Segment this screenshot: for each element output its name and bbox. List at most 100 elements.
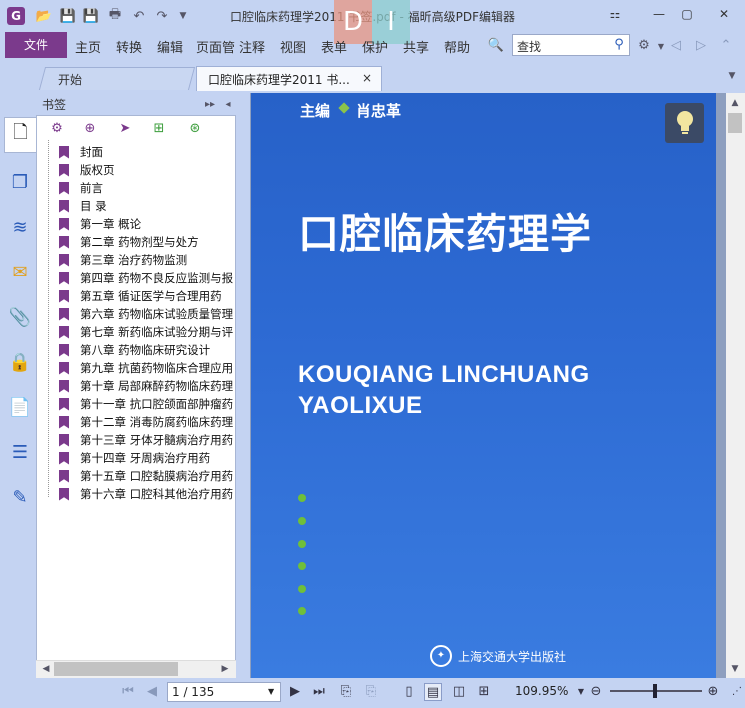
tab-start-label[interactable]: 开始 <box>58 71 82 88</box>
comments-icon[interactable]: ✉ <box>4 254 36 290</box>
next-page-icon[interactable]: ▶ <box>286 683 304 701</box>
search-icon[interactable]: ⚲ <box>611 37 627 53</box>
resize-grip-icon[interactable]: ⋰ <box>728 683 745 701</box>
collapse-ribbon-icon[interactable]: ⌃ <box>718 37 734 53</box>
scrollbar-thumb[interactable] <box>54 662 178 676</box>
page-dropdown-icon[interactable]: ▼ <box>268 687 274 696</box>
vertical-scrollbar-thumb[interactable] <box>728 113 742 133</box>
redo-icon[interactable]: ↷ <box>154 8 170 24</box>
file-menu-tab[interactable]: 文件 <box>5 32 67 58</box>
bookmark-item[interactable]: 第五章 循证医学与合理用药 <box>59 287 236 305</box>
prev-result-icon[interactable]: ◁ <box>668 37 684 53</box>
bookmark-item[interactable]: 第十二章 消毒防腐药临床药理 <box>59 413 236 431</box>
bookmark-item[interactable]: 第十五章 口腔黏膜病治疗用药 <box>59 467 236 485</box>
tab-document-label[interactable]: 口腔临床药理学2011 书... <box>208 71 350 88</box>
panel-splitter[interactable] <box>236 93 250 678</box>
bookmark-options-icon[interactable]: ⚙ <box>49 121 65 137</box>
next-view-icon[interactable]: ⎘ <box>362 683 380 701</box>
settings-gear-icon[interactable]: ⚙ <box>636 37 652 53</box>
facing-view-icon[interactable]: ◫ <box>450 683 468 701</box>
customize-dropdown-icon[interactable]: ▼ <box>175 8 191 24</box>
bookmark-item[interactable]: 封面 <box>59 143 236 161</box>
bookmark-item[interactable]: 第十六章 口腔科其他治疗用药 <box>59 485 236 503</box>
tab-list-dropdown-icon[interactable]: ▼ <box>724 68 740 84</box>
document-properties-icon[interactable]: 📄 <box>4 389 36 425</box>
bookmark-item[interactable]: 第三章 治疗药物监测 <box>59 251 236 269</box>
zoom-out-icon[interactable]: ⊖ <box>587 683 605 701</box>
minimize-icon[interactable]: — <box>645 4 673 24</box>
save-icon[interactable]: 💾 <box>60 8 76 24</box>
security-lock-icon[interactable]: 🔒 <box>4 344 36 380</box>
page-number-input[interactable]: 1 / 135 ▼ <box>167 682 281 702</box>
layers-icon[interactable]: ≋ <box>4 209 36 245</box>
signature-icon[interactable]: ✎ <box>4 479 36 515</box>
bookmark-move-icon[interactable]: ➤ <box>117 121 133 137</box>
save-as-icon[interactable]: 💾 <box>83 8 99 24</box>
cover-editor-label: 主编 <box>300 102 331 120</box>
menu-edit[interactable]: 编辑 <box>157 37 183 56</box>
bookmark-item[interactable]: 第十四章 牙周病治疗用药 <box>59 449 236 467</box>
bookmark-item[interactable]: 第六章 药物临床试验质量管理 <box>59 305 236 323</box>
document-vertical-scrollbar[interactable] <box>726 93 745 678</box>
next-result-icon[interactable]: ▷ <box>693 37 709 53</box>
form-fields-icon[interactable]: ☰ <box>4 434 36 470</box>
menu-page-manage[interactable]: 页面管 <box>196 37 236 55</box>
add-bookmark-icon[interactable]: ⊕ <box>82 121 98 137</box>
scroll-left-icon[interactable]: ◀ <box>38 661 54 677</box>
undo-icon[interactable]: ↶ <box>131 8 147 24</box>
bookmark-item[interactable]: 第十一章 抗口腔颌面部肿瘤药 <box>59 395 236 413</box>
bookmark-new-page-icon[interactable]: ⊞ <box>151 121 167 137</box>
tab-close-icon[interactable]: × <box>362 71 372 85</box>
tip-lightbulb-button[interactable] <box>665 103 704 143</box>
bookmark-item[interactable]: 目 录 <box>59 197 236 215</box>
last-page-icon[interactable]: ⏭ <box>310 683 328 701</box>
menu-protect[interactable]: 保护 <box>362 37 388 56</box>
bookmark-flag-icon <box>59 235 69 249</box>
menu-help[interactable]: 帮助 <box>444 37 470 56</box>
first-page-icon[interactable]: ⏮ <box>119 683 137 701</box>
single-page-view-icon[interactable]: ▯ <box>400 683 418 701</box>
bookmark-item[interactable]: 第九章 抗菌药物临床合理应用 <box>59 359 236 377</box>
zoom-slider-thumb[interactable] <box>653 684 657 698</box>
bookmark-panel-icon[interactable]: 🗋 <box>4 117 36 153</box>
bookmark-item[interactable]: 第十章 局部麻醉药物临床药理 <box>59 377 236 395</box>
attachments-icon[interactable]: 📎 <box>4 299 36 335</box>
bookmark-item[interactable]: 第八章 药物临床研究设计 <box>59 341 236 359</box>
bookmark-item[interactable]: 第一章 概论 <box>59 215 236 233</box>
scroll-up-icon[interactable]: ▲ <box>727 95 743 111</box>
layout-icon[interactable]: ⚏ <box>601 4 629 24</box>
previous-page-icon[interactable]: ◀ <box>143 683 161 701</box>
previous-view-icon[interactable]: ⎘ <box>337 683 355 701</box>
scroll-down-icon[interactable]: ▼ <box>727 661 743 677</box>
maximize-icon[interactable]: ▢ <box>673 4 701 24</box>
bookmark-item[interactable]: 版权页 <box>59 161 236 179</box>
print-icon[interactable]: 🖶 <box>107 7 123 24</box>
find-folder-icon[interactable]: 🔍 <box>488 37 504 53</box>
continuous-view-icon[interactable]: ▤ <box>424 683 442 701</box>
zoom-in-icon[interactable]: ⊕ <box>704 683 722 701</box>
search-input[interactable]: 查找 ⚲ <box>512 34 630 56</box>
collapse-panel-icon[interactable]: ◂ <box>220 96 236 112</box>
scroll-right-icon[interactable]: ▶ <box>217 661 233 677</box>
app-logo-icon[interactable]: G <box>7 7 25 25</box>
open-folder-icon[interactable]: 📂 <box>36 8 52 24</box>
bookmark-item[interactable]: 前言 <box>59 179 236 197</box>
zoom-level-value[interactable]: 109.95% <box>515 684 568 698</box>
menu-home[interactable]: 主页 <box>75 37 101 56</box>
page-thumbnails-icon[interactable]: ❐ <box>4 164 36 200</box>
bookmark-item[interactable]: 第二章 药物剂型与处方 <box>59 233 236 251</box>
menu-comment[interactable]: 注释 <box>239 37 265 56</box>
continuous-facing-view-icon[interactable]: ⊞ <box>475 683 493 701</box>
close-icon[interactable]: ✕ <box>710 4 738 24</box>
search-placeholder: 查找 <box>517 40 542 54</box>
bookmark-item[interactable]: 第七章 新药临床试验分期与评 <box>59 323 236 341</box>
bookmark-item[interactable]: 第十三章 牙体牙髓病治疗用药 <box>59 431 236 449</box>
menu-share[interactable]: 共享 <box>403 37 429 56</box>
menu-view[interactable]: 视图 <box>280 37 306 56</box>
menu-convert[interactable]: 转换 <box>116 37 142 56</box>
bookmark-expand-icon[interactable]: ⊛ <box>187 121 203 137</box>
settings-dropdown-icon[interactable]: ▼ <box>653 38 669 54</box>
menu-form[interactable]: 表单 <box>321 37 347 56</box>
bookmark-item[interactable]: 第四章 药物不良反应监测与报 <box>59 269 236 287</box>
expand-panel-icon[interactable]: ▸▸ <box>202 96 218 112</box>
